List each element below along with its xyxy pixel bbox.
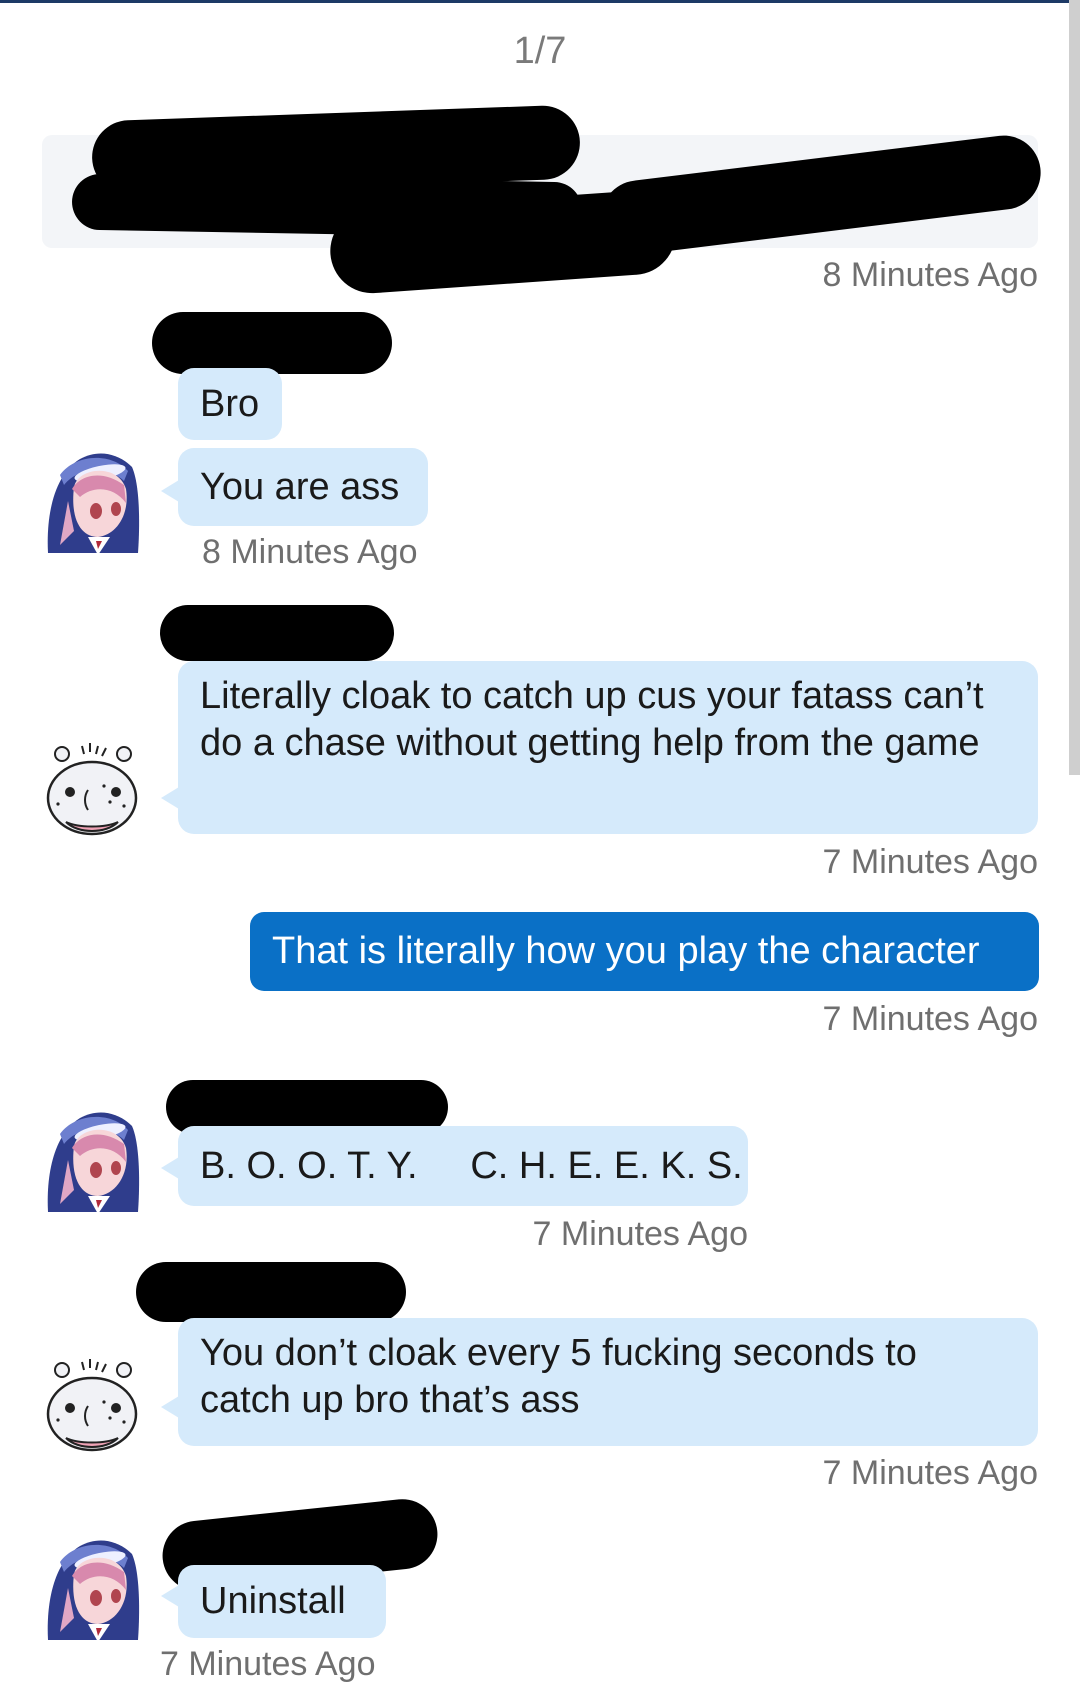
timestamp: 7 Minutes Ago bbox=[532, 1215, 748, 1253]
timestamp: 7 Minutes Ago bbox=[160, 1645, 376, 1683]
message-bubble[interactable]: Uninstall bbox=[178, 1565, 386, 1638]
bubble-tail bbox=[161, 1585, 179, 1607]
top-accent-line bbox=[0, 0, 1080, 3]
anime-girl-avatar[interactable] bbox=[40, 445, 140, 555]
timestamp: 8 Minutes Ago bbox=[202, 533, 418, 571]
bubble-tail bbox=[161, 480, 179, 502]
scrollbar[interactable] bbox=[1069, 0, 1080, 775]
timestamp: 7 Minutes Ago bbox=[822, 1454, 1038, 1492]
anime-girl-avatar[interactable] bbox=[40, 1532, 140, 1642]
message-bubble[interactable]: B. O. O. T. Y. C. H. E. E. K. S. bbox=[178, 1126, 748, 1206]
hippo-avatar[interactable] bbox=[40, 1346, 140, 1456]
redacted-username bbox=[160, 605, 394, 661]
message-bubble[interactable]: You are ass bbox=[178, 448, 428, 526]
timestamp: 7 Minutes Ago bbox=[822, 1000, 1038, 1038]
timestamp: 8 Minutes Ago bbox=[822, 256, 1038, 294]
bubble-tail bbox=[161, 1157, 179, 1179]
hippo-avatar[interactable] bbox=[40, 730, 140, 840]
redacted-username bbox=[136, 1262, 406, 1322]
timestamp: 7 Minutes Ago bbox=[822, 843, 1038, 881]
message-bubble[interactable]: Bro bbox=[178, 368, 282, 440]
redacted-username bbox=[152, 312, 392, 374]
bubble-tail bbox=[161, 1396, 179, 1418]
message-bubble[interactable]: Literally cloak to catch up cus your fat… bbox=[178, 661, 1038, 834]
message-bubble[interactable]: You don’t cloak every 5 fucking seconds … bbox=[178, 1318, 1038, 1446]
bubble-tail bbox=[161, 787, 179, 809]
own-message-bubble[interactable]: That is literally how you play the chara… bbox=[250, 912, 1039, 991]
anime-girl-avatar[interactable] bbox=[40, 1104, 140, 1214]
page-counter: 1/7 bbox=[513, 30, 567, 72]
